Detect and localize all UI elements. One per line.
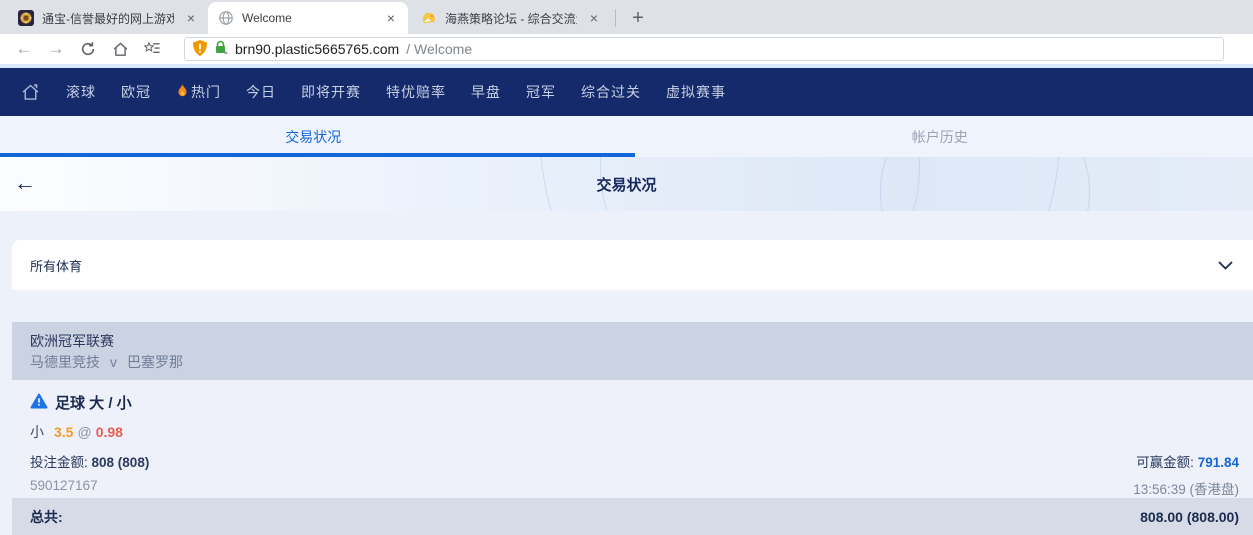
spacer <box>0 290 1253 322</box>
bet-reference-number: 590127167 <box>30 478 98 498</box>
page-title: 交易状况 <box>0 157 1253 211</box>
tab-separator <box>615 9 616 27</box>
url-path: / Welcome <box>406 41 472 57</box>
browser-toolbar: ← → brn90.plastic5665765.com / Welcome <box>0 34 1253 64</box>
stake-label: 投注金额: <box>30 455 88 470</box>
league-name: 欧洲冠军联赛 <box>30 331 1235 352</box>
nav-item-today[interactable]: 今日 <box>246 82 276 102</box>
versus-label: v <box>110 354 117 370</box>
nav-item-special-odds[interactable]: 特优赔率 <box>386 82 446 102</box>
sport-filter-dropdown[interactable]: 所有体育 <box>12 240 1253 290</box>
nav-item-outright[interactable]: 冠军 <box>526 82 556 102</box>
browser-tab-strip: 通宝-信誉最好的网上游戏平 × Welcome × 海燕策略论坛 - 综合交流大… <box>0 0 1253 34</box>
tab-close-icon[interactable]: × <box>182 9 200 27</box>
nav-item-live[interactable]: 滚球 <box>66 82 96 102</box>
nav-item-virtual[interactable]: 虚拟赛事 <box>666 82 726 102</box>
nav-item-mix-parlay[interactable]: 综合过关 <box>581 82 641 102</box>
handicap-line: 3.5 <box>54 424 73 440</box>
odds-value: 0.98 <box>96 424 123 440</box>
tab-title: 通宝-信誉最好的网上游戏平 <box>42 10 174 27</box>
tab-close-icon[interactable]: × <box>382 9 400 27</box>
nav-item-starting-soon[interactable]: 即将开赛 <box>301 82 361 102</box>
match-teams: 马德里竞技 v 巴塞罗那 <box>30 352 1235 373</box>
home-icon[interactable] <box>106 36 134 62</box>
meta-row: 590127167 13:56:39 (香港盘) <box>30 478 1239 498</box>
forward-icon[interactable]: → <box>42 36 70 62</box>
globe-favicon <box>218 10 234 26</box>
bookmarks-icon[interactable] <box>138 36 166 62</box>
bet-details: 足球 大 / 小 小 3.5@0.98 投注金额: 808 (808) 可赢金额:… <box>12 380 1253 498</box>
nav-item-ucl[interactable]: 欧冠 <box>121 82 151 102</box>
tab-bet-status[interactable]: 交易状况 <box>0 116 627 157</box>
reload-icon[interactable] <box>74 36 102 62</box>
site-nav: 滚球 欧冠 热门 今日 即将开赛 特优赔率 早盘 冠军 综合过关 虚拟赛事 <box>0 68 1253 116</box>
market-name: 足球 大 / 小 <box>55 392 132 413</box>
url-host: brn90.plastic5665765.com <box>235 41 399 57</box>
at-sign: @ <box>77 424 91 440</box>
flame-icon <box>176 83 189 101</box>
bet-card: 欧洲冠军联赛 马德里竞技 v 巴塞罗那 足球 大 / 小 小 3.5@0.98 投注金… <box>12 322 1253 535</box>
selection: 小 <box>30 424 44 440</box>
nav-home-icon[interactable] <box>20 82 41 103</box>
nav-item-early[interactable]: 早盘 <box>471 82 501 102</box>
win-label: 可赢金额: <box>1136 455 1194 470</box>
back-icon[interactable]: ← <box>10 36 38 62</box>
away-team: 巴塞罗那 <box>127 354 183 370</box>
browser-tab[interactable]: 通宝-信誉最好的网上游戏平 × <box>8 2 208 34</box>
stake-row: 投注金额: 808 (808) 可赢金额: 791.84 <box>30 451 1239 471</box>
bet-market-row: 足球 大 / 小 <box>30 392 1239 413</box>
warning-triangle-icon <box>30 393 48 413</box>
sport-filter-label: 所有体育 <box>30 256 82 275</box>
page-header: ← 交易状况 <box>0 157 1253 211</box>
browser-tab-active[interactable]: Welcome × <box>208 2 408 34</box>
ssl-lock-icon[interactable] <box>214 40 228 58</box>
nav-item-hot[interactable]: 热门 <box>176 82 221 102</box>
total-value: 808.00 (808.00) <box>1140 509 1239 525</box>
extension-warning-shield-icon[interactable] <box>193 40 207 59</box>
new-tab-button[interactable]: + <box>624 4 652 32</box>
home-team: 马德里竞技 <box>30 354 100 370</box>
section-tab-bar: 交易状况 帐户历史 <box>0 116 1253 157</box>
selection-row: 小 3.5@0.98 <box>30 422 1239 442</box>
spacer <box>0 211 1253 240</box>
stake-value: 808 (808) <box>92 455 150 470</box>
bet-time: 13:56:39 (香港盘) <box>1133 478 1239 498</box>
tab-title: 海燕策略论坛 - 综合交流大 <box>445 10 577 27</box>
casino-chip-favicon <box>18 10 34 26</box>
browser-tab[interactable]: 海燕策略论坛 - 综合交流大 × <box>411 2 611 34</box>
tab-title: Welcome <box>242 11 374 25</box>
win-value: 791.84 <box>1198 455 1239 470</box>
address-bar[interactable]: brn90.plastic5665765.com / Welcome <box>184 37 1224 61</box>
tab-close-icon[interactable]: × <box>585 9 603 27</box>
forum-favicon <box>421 10 437 26</box>
tab-account-history[interactable]: 帐户历史 <box>627 116 1253 157</box>
total-label: 总共: <box>30 507 63 527</box>
total-row: 总共: 808.00 (808.00) <box>12 498 1253 535</box>
chevron-down-icon <box>1218 257 1233 273</box>
match-header: 欧洲冠军联赛 马德里竞技 v 巴塞罗那 <box>12 322 1253 380</box>
